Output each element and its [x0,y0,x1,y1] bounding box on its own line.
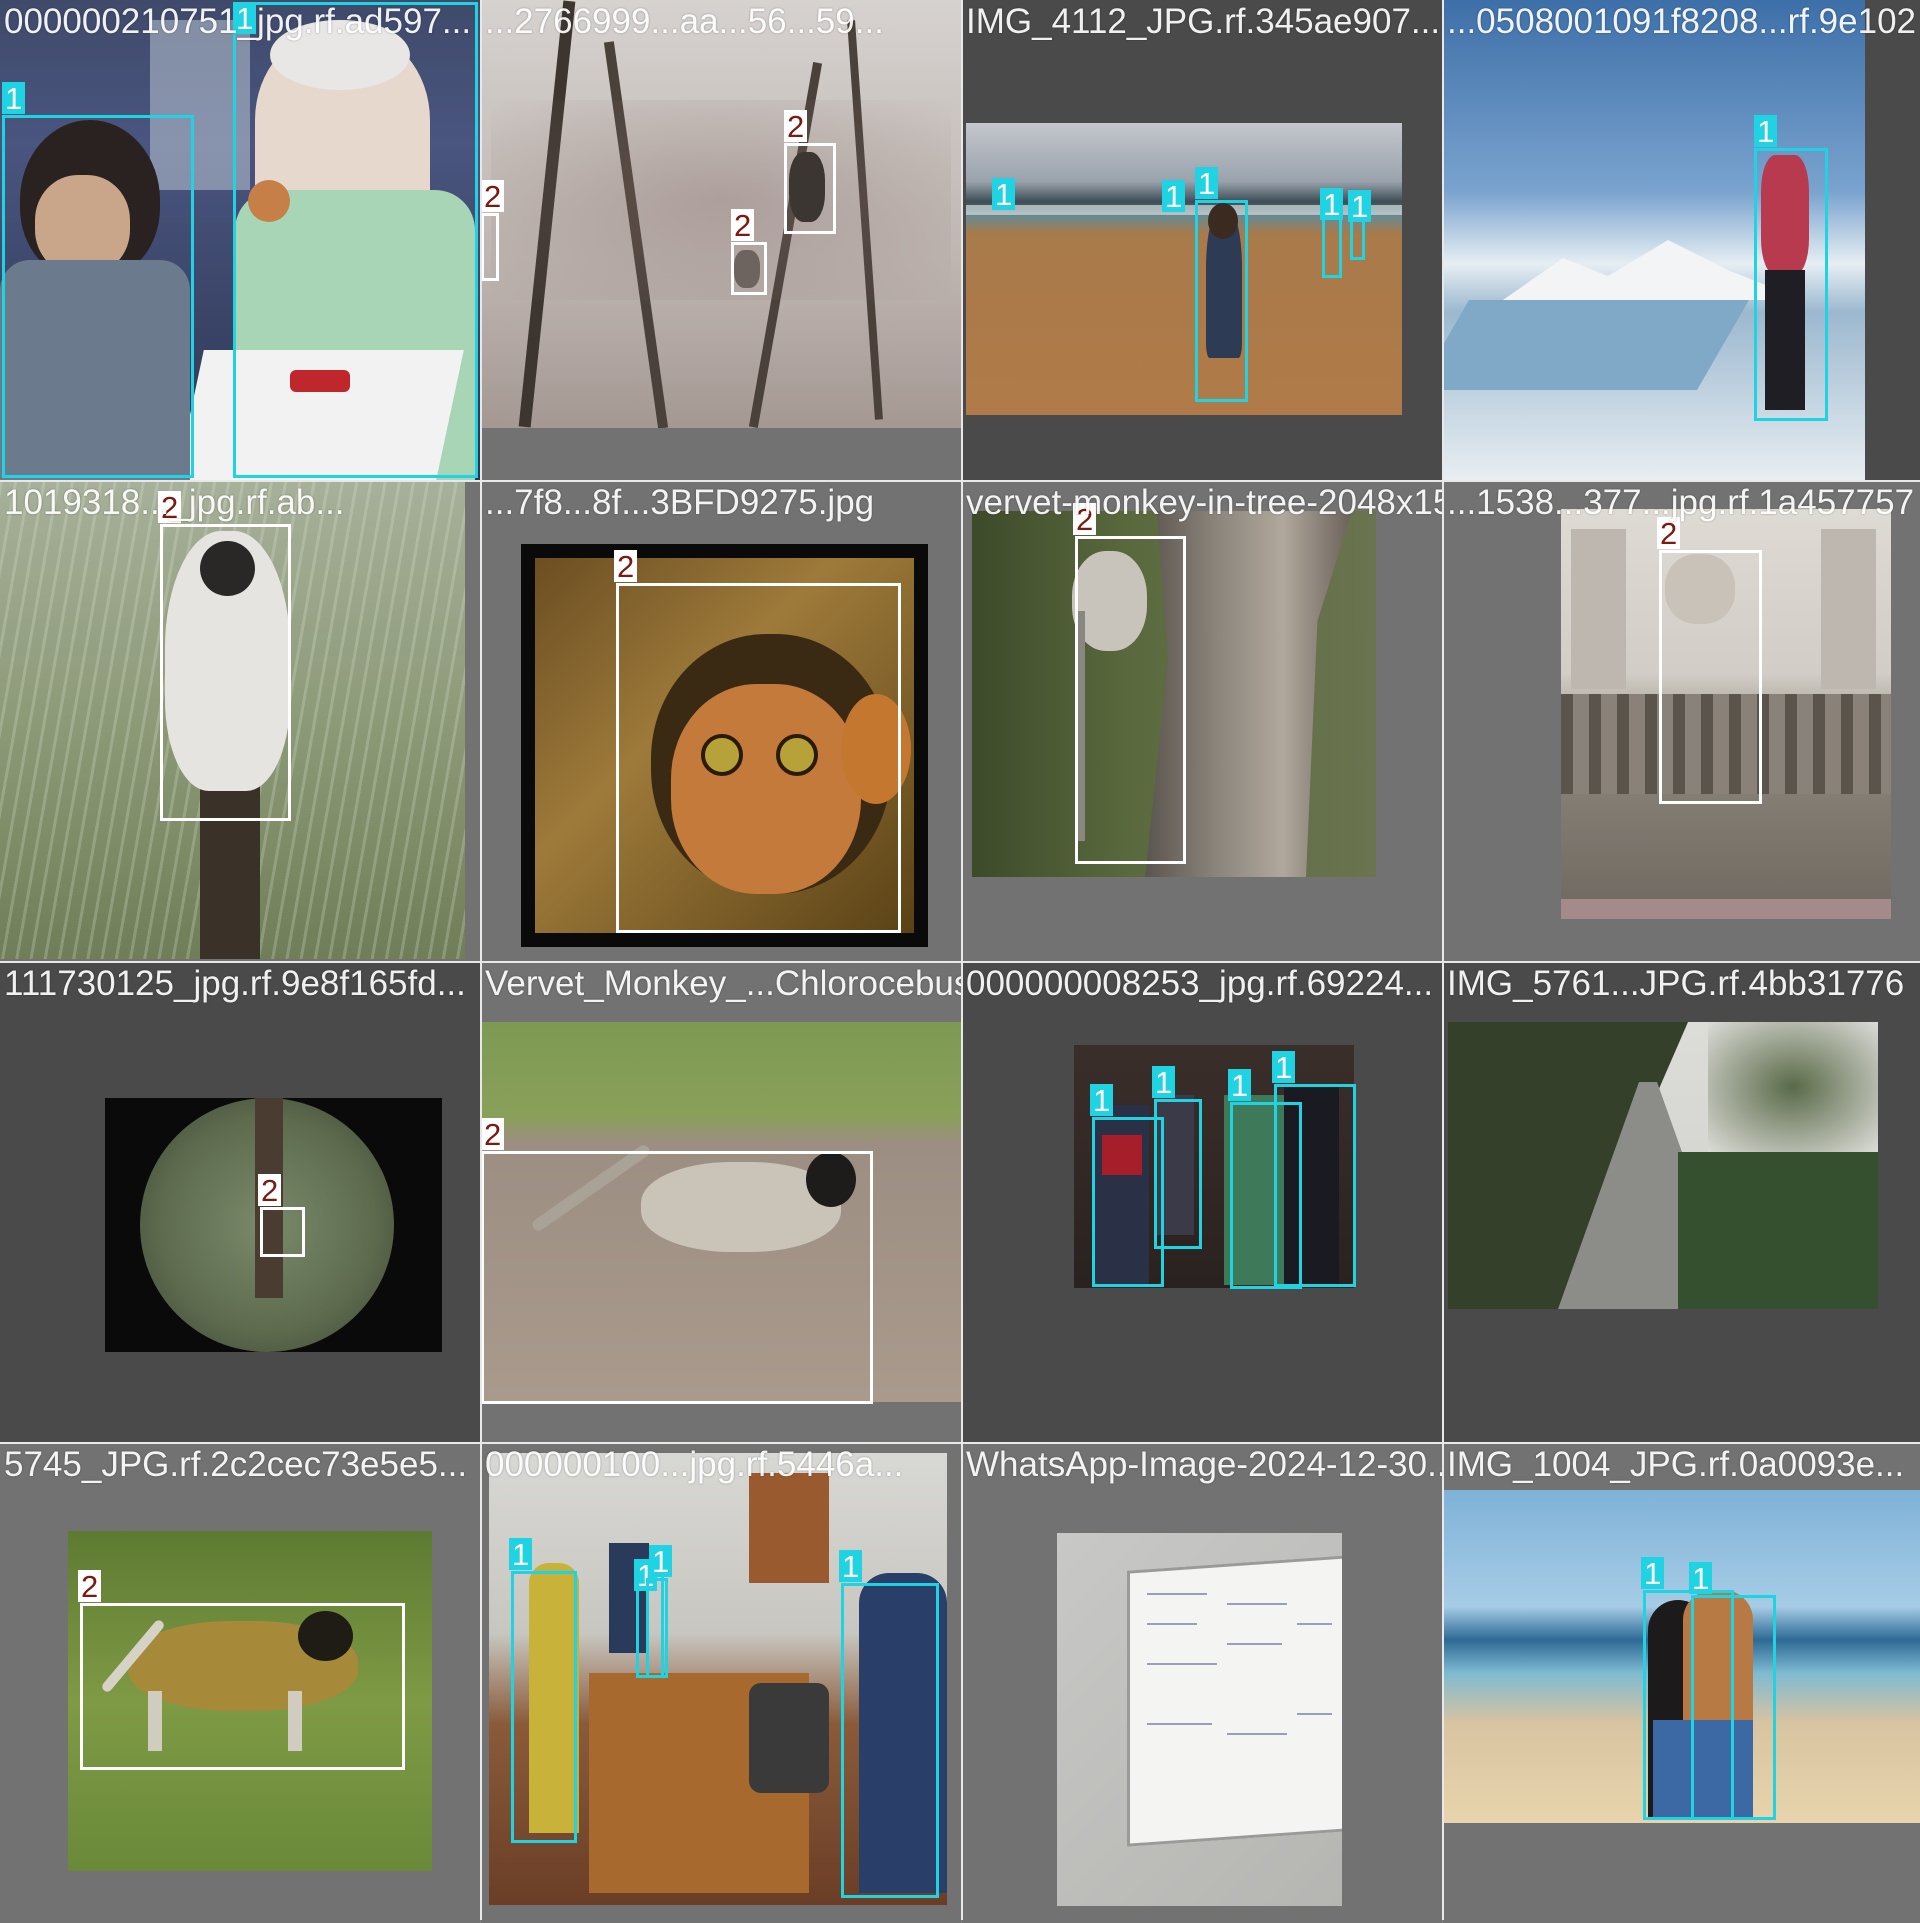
tile-4-filename: ...0508001091f8208...rf.9e102 [1447,2,1917,41]
grid-divider [480,0,482,1920]
tile-7: 2 vervet-monkey-in-tree-2048x1538... [962,481,1442,961]
monkey-bbox [1659,550,1762,804]
tile-6-filename: ...7f8...8f...3BFD9275.jpg [485,483,875,522]
person-class-tag: 1 [509,1538,533,1570]
person-bbox [1195,200,1248,402]
person-bbox [841,1583,939,1898]
person-bbox [1154,1099,1202,1249]
monkey-bbox [80,1603,405,1770]
monkey-bbox [784,143,836,234]
person-bbox [1754,148,1828,421]
person-class-tag: 1 [1272,1051,1296,1083]
grid-divider [0,1442,1920,1444]
person-class-tag: 1 [1641,1557,1665,1589]
tile-5: 2 1019318..._jpg.rf.ab... [0,481,480,961]
tile-16-filename: IMG_1004_JPG.rf.0a0093e... [1447,1445,1905,1484]
person-bbox [511,1571,577,1843]
person-bbox [2,115,194,478]
tile-12: IMG_5761...JPG.rf.4bb31776 [1443,962,1920,1442]
person-bbox [233,2,478,478]
grid-divider [961,0,963,1920]
grid-divider [1442,0,1444,1920]
tile-10-filename: Vervet_Monkey_...Chlorocebus_pygerythrus [485,964,961,1003]
tile-10: 2 Vervet_Monkey_...Chlorocebus_pygerythr… [481,962,961,1442]
monkey-class-tag: 2 [481,180,505,212]
person-class-tag: 1 [1195,167,1219,199]
monkey-bbox [481,213,499,281]
person-class-tag: 1 [1320,188,1344,220]
tile-15-filename: WhatsApp-Image-2024-12-30... [966,1445,1442,1484]
person-class-tag: 1 [1228,1069,1252,1101]
monkey-bbox [731,242,767,295]
monkey-bbox [160,524,291,821]
tile-13-filename: 5745_JPG.rf.2c2cec73e5e5... [4,1445,468,1484]
monkey-class-tag: 2 [731,209,755,241]
tile-16: 1 1 IMG_1004_JPG.rf.0a0093e... [1443,1443,1920,1923]
photo-15 [1057,1533,1342,1906]
tile-8: 2 ...1538...377...jpg.rf.1a457757 [1443,481,1920,961]
monkey-class-tag: 2 [481,1118,505,1150]
person-class-tag: 1 [1162,180,1186,212]
person-class-tag: 1 [2,82,26,114]
tile-1-filename: 000000210751_jpg.rf.ad597... [4,2,472,41]
mosaic-grid: 1 1 000000210751_jpg.rf.ad597... 2 2 2 .… [0,0,1920,1923]
tile-11: 1 1 1 1 000000008253_jpg.rf.69224... [962,962,1442,1442]
tile-5-filename: 1019318..._jpg.rf.ab... [4,483,345,522]
tile-4: 1 ...0508001091f8208...rf.9e102 [1443,0,1920,480]
tile-14-filename: 000000100...jpg.rf.5446a... [485,1445,904,1484]
tile-15: WhatsApp-Image-2024-12-30... [962,1443,1442,1923]
tile-2: 2 2 2 ...2766999...aa...56...59... [481,0,961,480]
person-class-tag: 1 [1348,190,1372,222]
monkey-class-tag: 2 [258,1174,282,1206]
monkey-class-tag: 2 [784,110,808,142]
monkey-class-tag: 2 [614,550,638,582]
tile-6: 2 ...7f8...8f...3BFD9275.jpg [481,481,961,961]
tile-7-filename: vervet-monkey-in-tree-2048x1538... [966,483,1442,522]
tile-3: 1 1 1 1 1 IMG_4112_JPG.rf.345ae907... [962,0,1442,480]
grid-divider [0,961,1920,963]
monkey-class-tag: 2 [78,1570,102,1602]
tile-8-filename: ...1538...377...jpg.rf.1a457757 [1447,483,1915,522]
tile-3-filename: IMG_4112_JPG.rf.345ae907... [966,2,1441,41]
grid-divider [0,480,1920,482]
person-class-tag: 1 [1689,1562,1713,1594]
tile-9: 2 111730125_jpg.rf.9e8f165fd... [0,962,480,1442]
monkey-bbox [481,1151,873,1404]
person-bbox [1691,1595,1776,1820]
person-class-tag: 1 [649,1545,673,1577]
tile-12-filename: IMG_5761...JPG.rf.4bb31776 [1447,964,1905,1003]
tile-9-filename: 111730125_jpg.rf.9e8f165fd... [4,964,466,1003]
tile-11-filename: 000000008253_jpg.rf.69224... [966,964,1434,1003]
person-class-tag: 1 [1754,115,1778,147]
tile-13: 2 5745_JPG.rf.2c2cec73e5e5... [0,1443,480,1923]
person-class-tag: 1 [1152,1066,1176,1098]
photo-2 [481,0,961,428]
tile-14: 1 1 1 1 000000100...jpg.rf.5446a... [481,1443,961,1923]
person-class-tag: 1 [992,178,1016,210]
tile-1: 1 1 000000210751_jpg.rf.ad597... [0,0,480,480]
tile-2-filename: ...2766999...aa...56...59... [485,2,884,41]
monkey-bbox [260,1207,305,1257]
person-class-tag: 1 [839,1550,863,1582]
person-bbox [1274,1084,1356,1287]
monkey-bbox [616,583,901,933]
person-class-tag: 1 [1090,1084,1114,1116]
monkey-bbox [1075,536,1186,864]
photo-12 [1448,1022,1878,1309]
person-bbox [646,1578,668,1678]
